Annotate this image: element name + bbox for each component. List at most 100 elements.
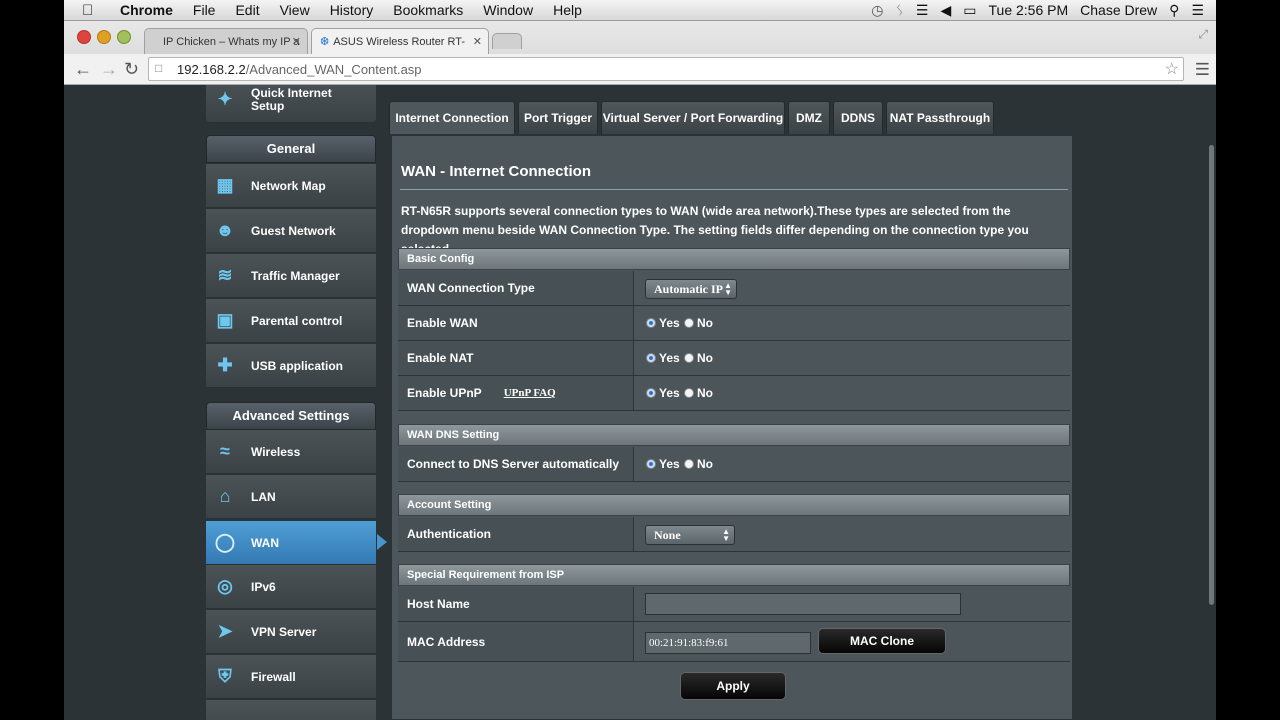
sidebar-item-quick-internet-setup[interactable]: ✦ Quick Internet Setup — [206, 85, 376, 123]
connect-dns-no[interactable]: No — [684, 457, 713, 471]
back-arrow-icon[interactable]: ← — [74, 59, 92, 80]
sidebar-item-vpn-server[interactable]: ➤ VPN Server — [206, 610, 376, 654]
tab-dmz[interactable]: DMZ — [788, 101, 830, 134]
enable-upnp-no[interactable]: No — [684, 386, 713, 400]
url-path: /Advanced_WAN_Content.asp — [245, 61, 422, 77]
menu-user[interactable]: Chase Drew — [1080, 2, 1157, 18]
close-tab-icon[interactable]: ✕ — [292, 35, 301, 48]
fullscreen-icon[interactable]: ⤢ — [1198, 27, 1208, 42]
chrome-menu-icon[interactable]: ☰ — [1195, 60, 1210, 80]
time-machine-icon[interactable]: ◷ — [871, 2, 883, 19]
tab-internet-connection[interactable]: Internet Connection — [389, 101, 515, 134]
sidebar-item-partial[interactable] — [206, 700, 376, 720]
mac-clone-button[interactable]: MAC Clone — [818, 628, 946, 654]
sidebar-item-label: Quick Internet Setup — [251, 85, 332, 113]
mac-address-input[interactable]: 00:21:91:83:f9:61 — [645, 632, 811, 654]
browser-tab-asus[interactable]: ❆ ASUS Wireless Router RT- ✕ — [311, 28, 489, 54]
enable-wan-no[interactable]: No — [684, 316, 713, 330]
sidebar-header-general: General — [206, 135, 376, 163]
tab-port-trigger[interactable]: Port Trigger — [518, 101, 598, 134]
field-value: 00:21:91:83:f9:61 MAC Clone — [635, 622, 1070, 661]
field-label: Enable NAT — [398, 341, 634, 375]
url-host: 192.168.2.2 — [177, 61, 246, 77]
field-value: Yes No — [635, 447, 1070, 481]
field-label-text: Enable UPnP — [407, 386, 482, 400]
enable-nat-yes[interactable]: Yes — [646, 351, 680, 365]
radio-label: Yes — [659, 386, 680, 400]
radio-label: No — [697, 316, 713, 330]
radio-checked-icon — [646, 318, 656, 328]
address-bar[interactable]: □ 192.168.2.2 /Advanced_WAN_Content.asp … — [148, 57, 1184, 81]
puzzle-icon: ✚ — [217, 355, 233, 375]
enable-wan-yes[interactable]: Yes — [646, 316, 680, 330]
radio-unchecked-icon — [684, 318, 694, 328]
sidebar-item-label: IPv6 — [251, 579, 276, 594]
menu-clock[interactable]: Tue 2:56 PM — [989, 2, 1069, 18]
tab-label: ASUS Wireless Router RT- — [333, 35, 466, 48]
sidebar-item-label: Firewall — [251, 669, 296, 684]
host-name-input[interactable] — [645, 593, 961, 615]
radio-unchecked-icon — [684, 459, 694, 469]
tab-nat-passthrough[interactable]: NAT Passthrough — [886, 101, 994, 134]
sidebar-item-wan[interactable]: ◯ WAN — [206, 521, 376, 565]
sidebar-item-ipv6[interactable]: ◎ IPv6 — [206, 565, 376, 609]
guest-network-icon: ☻ — [215, 220, 235, 240]
forward-arrow-icon[interactable]: → — [100, 59, 118, 80]
sidebar-item-guest-network[interactable]: ☻ Guest Network — [206, 209, 376, 253]
battery-icon[interactable]: ▭ — [963, 2, 976, 19]
section-special-requirement: Special Requirement from ISP — [398, 564, 1070, 586]
connect-dns-yes[interactable]: Yes — [646, 457, 680, 471]
menu-view[interactable]: View — [280, 2, 310, 18]
sidebar-item-usb-application[interactable]: ✚ USB application — [206, 344, 376, 388]
field-label: Host Name — [398, 587, 634, 621]
sidebar-item-label: Parental control — [251, 313, 343, 328]
minimize-window-button[interactable] — [97, 30, 111, 44]
bookmark-star-icon[interactable]: ☆ — [1165, 59, 1179, 79]
sidebar-item-label: LAN — [251, 489, 276, 504]
sidebar-item-network-map[interactable]: ▦ Network Map — [206, 164, 376, 208]
bluetooth-icon[interactable]: ᛊ — [896, 2, 904, 18]
sidebar-item-firewall[interactable]: ⛨ Firewall — [206, 655, 376, 699]
zoom-window-button[interactable] — [117, 30, 131, 44]
field-label: WAN Connection Type — [398, 271, 634, 305]
close-window-button[interactable] — [77, 30, 91, 44]
menu-history[interactable]: History — [330, 2, 374, 18]
sidebar-item-label: Wireless — [251, 444, 301, 459]
tab-virtual-server[interactable]: Virtual Server / Port Forwarding — [601, 101, 785, 134]
row-host-name: Host Name — [398, 587, 1070, 622]
browser-chrome: IP Chicken – Whats my IP a ✕ ❆ ASUS Wire… — [64, 21, 1216, 85]
menu-help[interactable]: Help — [553, 2, 582, 18]
sidebar-item-traffic-manager[interactable]: ≋ Traffic Manager — [206, 254, 376, 298]
page-scrollbar[interactable] — [1209, 145, 1214, 605]
select-value: None — [654, 527, 681, 542]
sidebar-item-lan[interactable]: ⌂ LAN — [206, 475, 376, 519]
apple-icon[interactable]:  — [82, 2, 100, 19]
globe-icon: ◯ — [214, 532, 236, 552]
close-tab-icon[interactable]: ✕ — [473, 35, 482, 48]
sidebar-item-wireless[interactable]: ≈ Wireless — [206, 430, 376, 474]
spotlight-icon[interactable]: ⚲ — [1169, 2, 1179, 19]
wifi-status-icon[interactable]: ☰ — [916, 2, 929, 19]
notification-center-icon[interactable]: ☰ — [1191, 2, 1204, 19]
sidebar-item-parental-control[interactable]: ▣ Parental control — [206, 299, 376, 343]
reload-icon[interactable]: ↻ — [124, 59, 139, 80]
section-wan-dns-setting: WAN DNS Setting — [398, 424, 1070, 446]
tab-ddns[interactable]: DDNS — [833, 101, 883, 134]
upnp-faq-link[interactable]: UPnP FAQ — [504, 387, 556, 399]
menu-window[interactable]: Window — [483, 2, 533, 18]
radio-label: No — [697, 386, 713, 400]
menu-file[interactable]: File — [193, 2, 216, 18]
volume-icon[interactable]: ◀ — [940, 2, 951, 19]
apply-button[interactable]: Apply — [680, 672, 786, 700]
menu-edit[interactable]: Edit — [235, 2, 259, 18]
enable-upnp-yes[interactable]: Yes — [646, 386, 680, 400]
home-icon: ⌂ — [219, 486, 231, 506]
enable-nat-no[interactable]: No — [684, 351, 713, 365]
menu-bookmarks[interactable]: Bookmarks — [393, 2, 463, 18]
authentication-select[interactable]: None ▲ ▼ — [645, 525, 735, 545]
menu-app-name[interactable]: Chrome — [120, 2, 173, 18]
row-wan-connection-type: WAN Connection Type Automatic IP ▲ ▼ — [398, 271, 1070, 306]
new-tab-button[interactable] — [492, 33, 522, 49]
wan-connection-type-select[interactable]: Automatic IP ▲ ▼ — [645, 279, 737, 299]
browser-tab-ip-chicken[interactable]: IP Chicken – Whats my IP a ✕ — [144, 28, 308, 54]
